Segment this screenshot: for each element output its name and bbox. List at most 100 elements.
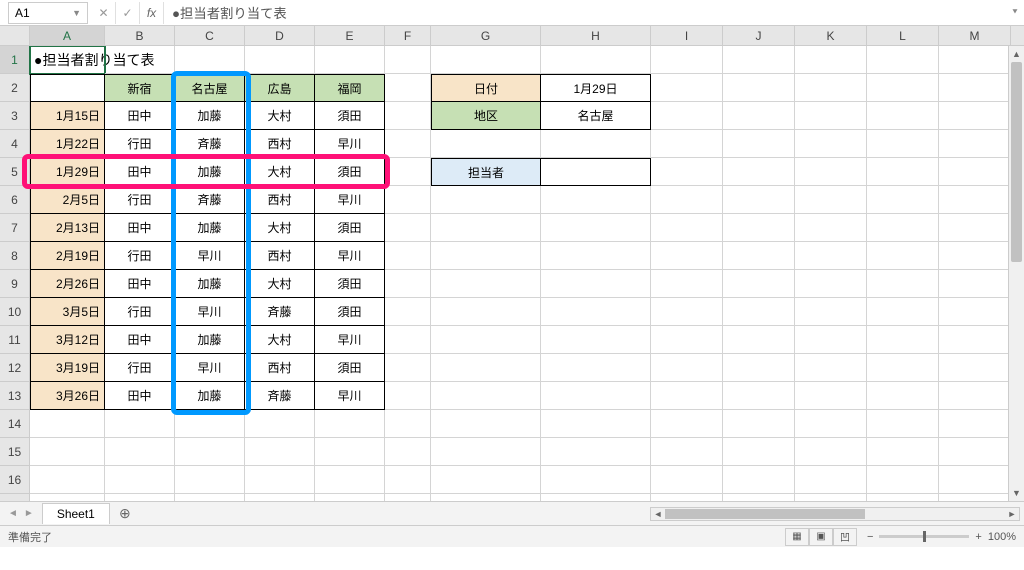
cell-G8[interactable] bbox=[431, 242, 541, 270]
cell-M11[interactable] bbox=[939, 326, 1011, 354]
cell-I7[interactable] bbox=[651, 214, 723, 242]
cell-I13[interactable] bbox=[651, 382, 723, 410]
col-header-C[interactable]: C bbox=[175, 26, 245, 45]
cell-G5[interactable]: 担当者 bbox=[431, 158, 541, 186]
cell-F4[interactable] bbox=[385, 130, 431, 158]
cell-D13[interactable]: 斉藤 bbox=[245, 382, 315, 410]
cell-E5[interactable]: 須田 bbox=[315, 158, 385, 186]
cell-I6[interactable] bbox=[651, 186, 723, 214]
cell-F2[interactable] bbox=[385, 74, 431, 102]
cell-H16[interactable] bbox=[541, 466, 651, 494]
row-header[interactable]: 9 bbox=[0, 270, 30, 298]
cell-K6[interactable] bbox=[795, 186, 867, 214]
row-header[interactable]: 10 bbox=[0, 298, 30, 326]
cell-B12[interactable]: 行田 bbox=[105, 354, 175, 382]
cell-G16[interactable] bbox=[431, 466, 541, 494]
scroll-down-icon[interactable]: ▼ bbox=[1009, 485, 1024, 501]
cell-L11[interactable] bbox=[867, 326, 939, 354]
cell-B14[interactable] bbox=[105, 410, 175, 438]
view-pagebreak-icon[interactable]: 凹 bbox=[833, 528, 857, 546]
row-header[interactable]: 6 bbox=[0, 186, 30, 214]
row-header[interactable]: 1 bbox=[0, 46, 30, 74]
cell-B17[interactable] bbox=[105, 494, 175, 501]
cell-J7[interactable] bbox=[723, 214, 795, 242]
cell-M6[interactable] bbox=[939, 186, 1011, 214]
zoom-out-button[interactable]: − bbox=[867, 531, 873, 543]
cell-I11[interactable] bbox=[651, 326, 723, 354]
row-header[interactable]: 14 bbox=[0, 410, 30, 438]
cell-K15[interactable] bbox=[795, 438, 867, 466]
cell-D9[interactable]: 大村 bbox=[245, 270, 315, 298]
cell-K7[interactable] bbox=[795, 214, 867, 242]
col-header-A[interactable]: A bbox=[30, 26, 105, 45]
cell-B11[interactable]: 田中 bbox=[105, 326, 175, 354]
cell-D7[interactable]: 大村 bbox=[245, 214, 315, 242]
cell-K14[interactable] bbox=[795, 410, 867, 438]
cell-B15[interactable] bbox=[105, 438, 175, 466]
cell-M9[interactable] bbox=[939, 270, 1011, 298]
col-header-K[interactable]: K bbox=[795, 26, 867, 45]
cell-L17[interactable] bbox=[867, 494, 939, 501]
col-header-L[interactable]: L bbox=[867, 26, 939, 45]
cell-L1[interactable] bbox=[867, 46, 939, 74]
cell-H5[interactable] bbox=[541, 158, 651, 186]
cell-K10[interactable] bbox=[795, 298, 867, 326]
cell-A8[interactable]: 2月19日 bbox=[30, 242, 105, 270]
cell-L5[interactable] bbox=[867, 158, 939, 186]
cell-D1[interactable] bbox=[245, 46, 315, 74]
hscroll-thumb[interactable] bbox=[665, 509, 865, 519]
cell-F16[interactable] bbox=[385, 466, 431, 494]
cell-I4[interactable] bbox=[651, 130, 723, 158]
cell-J5[interactable] bbox=[723, 158, 795, 186]
cell-K8[interactable] bbox=[795, 242, 867, 270]
row-header[interactable]: 16 bbox=[0, 466, 30, 494]
cell-L16[interactable] bbox=[867, 466, 939, 494]
cell-H11[interactable] bbox=[541, 326, 651, 354]
cell-L8[interactable] bbox=[867, 242, 939, 270]
cell-E17[interactable] bbox=[315, 494, 385, 501]
cell-I17[interactable] bbox=[651, 494, 723, 501]
cell-E8[interactable]: 早川 bbox=[315, 242, 385, 270]
cell-B9[interactable]: 田中 bbox=[105, 270, 175, 298]
scroll-up-icon[interactable]: ▲ bbox=[1009, 46, 1024, 62]
cell-C3[interactable]: 加藤 bbox=[175, 102, 245, 130]
cell-L15[interactable] bbox=[867, 438, 939, 466]
cell-L6[interactable] bbox=[867, 186, 939, 214]
cell-E1[interactable] bbox=[315, 46, 385, 74]
cell-H4[interactable] bbox=[541, 130, 651, 158]
col-header-G[interactable]: G bbox=[431, 26, 541, 45]
select-all-corner[interactable] bbox=[0, 26, 30, 45]
cell-A15[interactable] bbox=[30, 438, 105, 466]
zoom-level[interactable]: 100% bbox=[988, 531, 1016, 543]
cell-F10[interactable] bbox=[385, 298, 431, 326]
expand-formula-icon[interactable]: ⯆ bbox=[1006, 7, 1024, 18]
cell-L7[interactable] bbox=[867, 214, 939, 242]
cell-H7[interactable] bbox=[541, 214, 651, 242]
cell-D10[interactable]: 斉藤 bbox=[245, 298, 315, 326]
cell-D16[interactable] bbox=[245, 466, 315, 494]
cell-L9[interactable] bbox=[867, 270, 939, 298]
cell-H13[interactable] bbox=[541, 382, 651, 410]
cell-A2[interactable] bbox=[30, 74, 105, 102]
cell-A13[interactable]: 3月26日 bbox=[30, 382, 105, 410]
cell-K13[interactable] bbox=[795, 382, 867, 410]
cell-L4[interactable] bbox=[867, 130, 939, 158]
cell-K17[interactable] bbox=[795, 494, 867, 501]
cell-B8[interactable]: 行田 bbox=[105, 242, 175, 270]
cell-C7[interactable]: 加藤 bbox=[175, 214, 245, 242]
cell-I8[interactable] bbox=[651, 242, 723, 270]
cell-F12[interactable] bbox=[385, 354, 431, 382]
cell-M16[interactable] bbox=[939, 466, 1011, 494]
cell-F13[interactable] bbox=[385, 382, 431, 410]
row-header[interactable]: 17 bbox=[0, 494, 30, 501]
cell-B6[interactable]: 行田 bbox=[105, 186, 175, 214]
row-header[interactable]: 8 bbox=[0, 242, 30, 270]
cell-H15[interactable] bbox=[541, 438, 651, 466]
cell-J15[interactable] bbox=[723, 438, 795, 466]
cell-E12[interactable]: 須田 bbox=[315, 354, 385, 382]
cell-J12[interactable] bbox=[723, 354, 795, 382]
cell-M4[interactable] bbox=[939, 130, 1011, 158]
cell-I3[interactable] bbox=[651, 102, 723, 130]
cell-B7[interactable]: 田中 bbox=[105, 214, 175, 242]
cell-E7[interactable]: 須田 bbox=[315, 214, 385, 242]
